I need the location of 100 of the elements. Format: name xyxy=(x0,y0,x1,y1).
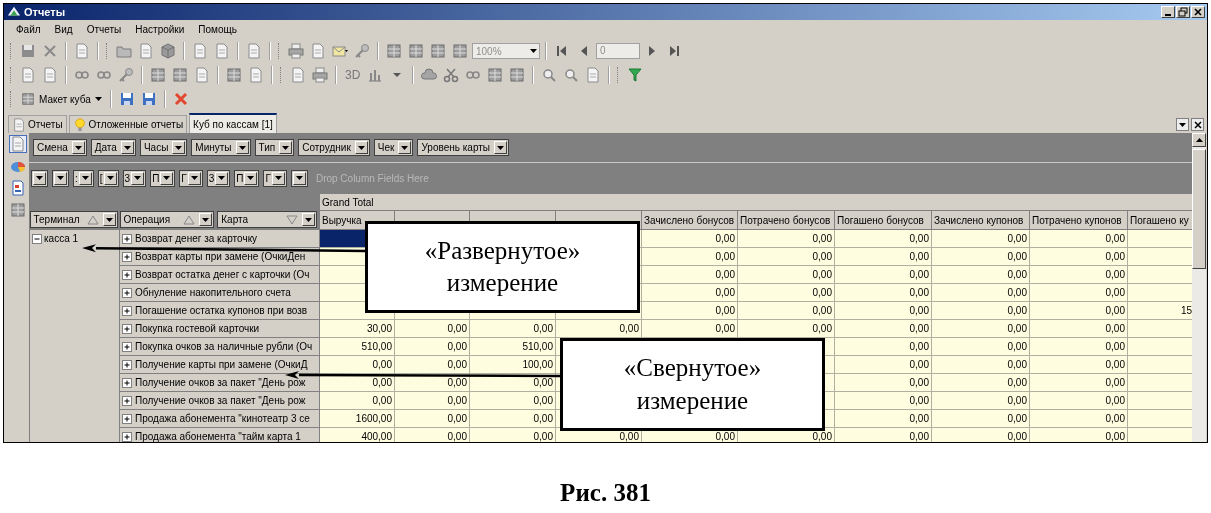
cube-layout-button[interactable]: Макет куба xyxy=(18,89,105,109)
row-field[interactable]: Карта xyxy=(217,211,317,229)
caret-icon xyxy=(190,176,198,180)
menu-item[interactable]: Файл xyxy=(10,24,47,35)
dropdown-button[interactable] xyxy=(494,141,507,154)
delete-icon[interactable] xyxy=(172,91,189,107)
printer-icon[interactable] xyxy=(288,43,304,59)
column-field[interactable]: [ xyxy=(97,169,119,187)
dropdown-button[interactable] xyxy=(187,171,201,185)
caret-icon xyxy=(247,176,255,180)
report-icon[interactable] xyxy=(10,180,26,196)
expand-icon[interactable] xyxy=(122,323,132,334)
filter-field[interactable]: Дата xyxy=(90,139,136,156)
dropdown-button[interactable] xyxy=(160,171,174,185)
close-icon xyxy=(1193,7,1203,17)
tab[interactable]: Куб по кассам [1] xyxy=(189,113,277,133)
dropdown-button[interactable] xyxy=(279,141,293,154)
dropdown-button[interactable] xyxy=(71,141,85,154)
expand-icon[interactable] xyxy=(122,395,132,406)
column-field[interactable]: 3 xyxy=(122,169,147,187)
expand-icon[interactable] xyxy=(122,233,132,244)
dropdown-button[interactable] xyxy=(120,141,134,154)
caret-icon xyxy=(497,145,504,150)
dropdown-button[interactable] xyxy=(398,141,412,154)
dropdown-button[interactable] xyxy=(244,171,258,185)
row-label: Погашение остатка купонов при возв xyxy=(135,305,308,316)
expand-icon[interactable] xyxy=(122,413,132,424)
scroll-thumb[interactable] xyxy=(1192,149,1206,269)
expand-icon[interactable] xyxy=(122,269,132,280)
search-icon[interactable] xyxy=(541,67,558,83)
expand-icon[interactable] xyxy=(122,251,132,262)
row-field[interactable]: Терминал xyxy=(29,211,118,229)
tab[interactable]: Отложенные отчеты xyxy=(68,115,188,133)
dropdown-button[interactable] xyxy=(215,171,229,185)
caret-icon xyxy=(94,97,102,101)
window-title: Отчеты xyxy=(24,6,66,18)
save-icon[interactable] xyxy=(118,91,135,107)
collapse-icon[interactable] xyxy=(32,233,42,244)
restore-button[interactable] xyxy=(1176,6,1190,18)
filter-field[interactable]: Чек xyxy=(373,139,414,156)
dropdown-button[interactable] xyxy=(103,171,117,185)
filter-field[interactable]: Тип xyxy=(254,139,295,156)
dropdown-button[interactable] xyxy=(131,171,145,185)
close-tab-button[interactable] xyxy=(1191,118,1204,131)
tab[interactable]: Отчеты xyxy=(8,115,67,133)
column-field[interactable]: П xyxy=(234,169,260,187)
save-icon[interactable] xyxy=(140,91,157,107)
row-field[interactable]: Операция xyxy=(119,211,215,229)
minimize-button[interactable] xyxy=(1161,6,1175,18)
row-label: Обнуление накопительного счета xyxy=(135,287,291,298)
dropdown-button[interactable] xyxy=(302,213,315,227)
search-icon[interactable] xyxy=(563,67,580,83)
tab-list-button[interactable] xyxy=(1176,118,1189,131)
caret-icon xyxy=(401,145,409,150)
dropdown-button[interactable] xyxy=(271,171,285,185)
dropdown-button[interactable] xyxy=(78,171,92,185)
expand-icon[interactable] xyxy=(122,377,132,388)
row-label: Получение очков за пакет "День рож xyxy=(135,377,306,388)
printer-icon[interactable] xyxy=(312,67,328,83)
row-group-label: касса 1 xyxy=(44,233,79,244)
cube-icon[interactable] xyxy=(160,43,176,59)
filter-field[interactable]: Часы xyxy=(139,139,188,156)
filter-icon[interactable] xyxy=(627,67,644,83)
filter-field[interactable]: Уровень карты xyxy=(417,139,509,156)
envelope-icon[interactable] xyxy=(332,43,348,59)
column-field[interactable]: : xyxy=(73,169,94,187)
menu-item[interactable]: Вид xyxy=(48,24,79,35)
expand-icon[interactable] xyxy=(122,287,132,298)
dropdown-button[interactable] xyxy=(235,141,249,154)
caret-icon xyxy=(274,176,282,180)
expand-icon[interactable] xyxy=(122,359,132,370)
column-field[interactable]: Г xyxy=(179,169,203,187)
dropdown-button[interactable] xyxy=(354,141,368,154)
filter-field[interactable]: Сотрудник xyxy=(298,139,370,156)
row-label: Возврат денег за карточку xyxy=(135,233,258,244)
minimize-icon xyxy=(1165,13,1171,16)
scroll-bar[interactable] xyxy=(1192,133,1206,442)
filter-field[interactable]: Минуты xyxy=(191,139,251,156)
expand-icon[interactable] xyxy=(122,305,132,316)
column-field[interactable]: Г xyxy=(263,169,287,187)
menu-item[interactable]: Помощь xyxy=(192,24,243,35)
close-button[interactable] xyxy=(1191,6,1205,18)
menu-item[interactable]: Отчеты xyxy=(80,24,128,35)
document-icon xyxy=(12,117,26,132)
scissors-icon[interactable] xyxy=(443,67,460,83)
scroll-up-button[interactable] xyxy=(1192,133,1206,147)
column-field[interactable]: П xyxy=(150,169,176,187)
dropdown-button[interactable] xyxy=(199,213,213,227)
close-icon xyxy=(1193,120,1202,129)
menu-item[interactable]: Настройки xyxy=(129,24,191,35)
column-field[interactable]: 3 xyxy=(206,169,231,187)
dropdown-button[interactable] xyxy=(172,141,186,154)
dropdown-button[interactable] xyxy=(102,213,116,227)
expand-icon[interactable] xyxy=(122,431,132,442)
expand-icon[interactable] xyxy=(122,341,132,352)
cloud-icon[interactable] xyxy=(421,67,438,83)
caret-icon xyxy=(295,176,303,180)
restore-icon xyxy=(1178,7,1188,17)
save-icon[interactable] xyxy=(20,43,36,59)
filter-field[interactable]: Смена xyxy=(33,139,87,156)
